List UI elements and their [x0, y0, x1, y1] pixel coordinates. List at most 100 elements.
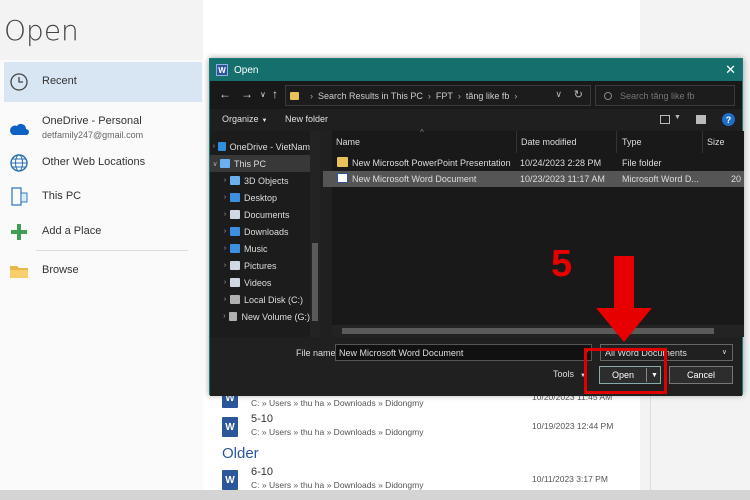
column-divider[interactable] — [616, 131, 617, 153]
organize-button[interactable]: Organize ▼ — [222, 114, 267, 124]
breadcrumb-item[interactable]: FPT — [436, 91, 453, 101]
folder-icon — [290, 91, 299, 100]
nav-item[interactable]: › Documents — [210, 206, 310, 223]
nav-item-label: OneDrive - VietNam — [229, 141, 310, 152]
chevron-right-icon: › — [427, 90, 431, 101]
place-label: Recent — [42, 75, 77, 88]
table-row[interactable]: New Microsoft PowerPoint Presentation 10… — [332, 155, 744, 171]
chevron-right-icon[interactable]: › — [220, 296, 230, 303]
place-this-pc[interactable]: This PC — [4, 180, 202, 214]
word-doc-icon: W — [222, 417, 238, 437]
nav-item-label: Videos — [244, 277, 272, 288]
onedrive-cloud-icon — [217, 142, 226, 151]
tools-button[interactable]: Tools ▼ — [553, 369, 586, 379]
3d-objects-icon — [230, 176, 240, 185]
folder-icon — [8, 260, 30, 282]
forward-button[interactable]: → — [241, 87, 253, 101]
word-doc-icon: W — [222, 470, 238, 490]
list-item[interactable]: W 5-10 C: » Users » thu ha » Downloads »… — [222, 413, 622, 443]
clock-icon — [8, 71, 30, 93]
word-app-icon: W — [216, 64, 228, 76]
dialog-titlebar[interactable]: W Open ✕ — [210, 59, 742, 81]
file-date: 10/24/2023 2:28 PM — [520, 158, 602, 168]
scroll-thumb[interactable] — [312, 243, 318, 321]
scroll-thumb[interactable] — [342, 328, 714, 334]
nav-item[interactable]: › Desktop — [210, 189, 310, 206]
refresh-icon[interactable]: ↻ — [574, 88, 583, 101]
nav-item[interactable]: › OneDrive - VietNam — [210, 138, 310, 155]
dialog-title: Open — [234, 64, 259, 76]
nav-scrollbar[interactable] — [310, 131, 320, 337]
recent-locations-dropdown[interactable]: ∨ — [260, 90, 266, 99]
preview-pane-icon[interactable] — [696, 115, 706, 124]
nav-item[interactable]: › 3D Objects — [210, 172, 310, 189]
computer-icon — [8, 186, 30, 208]
chevron-down-icon[interactable]: ∨ — [210, 160, 220, 168]
chevron-right-icon[interactable]: › — [220, 245, 230, 252]
file-name: New Microsoft Word Document — [352, 174, 477, 184]
step-number: 5 — [551, 243, 573, 285]
place-browse[interactable]: Browse — [4, 254, 202, 288]
column-header-date[interactable]: Date modified — [521, 137, 577, 147]
help-icon[interactable]: ? — [722, 113, 735, 126]
nav-item[interactable]: ∨ This PC — [210, 155, 310, 172]
nav-item[interactable]: › Downloads — [210, 223, 310, 240]
nav-item-label: This PC — [234, 158, 267, 169]
search-box[interactable] — [595, 85, 735, 106]
up-button[interactable]: ↑ — [272, 87, 278, 101]
cancel-button[interactable]: Cancel — [669, 366, 733, 384]
place-recent[interactable]: Recent — [4, 62, 202, 102]
chevron-right-icon[interactable]: › — [220, 211, 230, 218]
place-label: Add a Place — [42, 225, 102, 238]
new-folder-button[interactable]: New folder — [285, 114, 328, 124]
breadcrumb-item[interactable]: tăng like fb — [466, 91, 510, 101]
nav-item[interactable]: › Pictures — [210, 257, 310, 274]
nav-item[interactable]: › Music — [210, 240, 310, 257]
nav-item[interactable]: › Videos — [210, 274, 310, 291]
column-divider[interactable] — [702, 131, 703, 153]
chevron-down-icon[interactable]: ∨ — [555, 89, 562, 100]
view-options-icon[interactable] — [660, 115, 670, 124]
page-title: Open — [4, 14, 79, 47]
place-add[interactable]: Add a Place — [4, 215, 202, 249]
file-name: New Microsoft PowerPoint Presentation — [352, 158, 511, 168]
nav-item-label: 3D Objects — [244, 175, 289, 186]
navigation-pane: › OneDrive - VietNam ∨ This PC › 3D Objects › D… — [210, 131, 320, 337]
file-name-input[interactable] — [335, 344, 592, 361]
breadcrumb-item[interactable]: Search Results in This PC — [318, 91, 423, 101]
column-header-name[interactable]: Name — [336, 137, 360, 147]
place-label: Other Web Locations — [42, 156, 146, 169]
chevron-right-icon[interactable]: › — [220, 279, 230, 286]
address-bar[interactable]: › Search Results in This PC › FPT › tăng… — [285, 85, 591, 106]
nav-item-label: New Volume (G:) — [241, 311, 310, 322]
table-row[interactable]: New Microsoft Word Document 10/23/2023 1… — [323, 171, 744, 187]
highlight-box — [584, 348, 667, 394]
chevron-right-icon[interactable]: › — [220, 177, 230, 184]
column-header-type[interactable]: Type — [622, 137, 642, 147]
horizontal-scrollbar[interactable] — [332, 325, 744, 337]
pictures-icon — [230, 261, 240, 270]
chevron-right-icon[interactable]: › — [220, 313, 229, 320]
nav-item[interactable]: › Local Disk (C:) — [210, 291, 310, 308]
place-label: Browse — [42, 264, 79, 277]
chevron-right-icon: › — [457, 90, 461, 101]
videos-icon — [230, 278, 240, 287]
chevron-right-icon[interactable]: › — [210, 143, 218, 150]
search-input[interactable] — [620, 90, 730, 101]
chevron-down-icon: ∨ — [721, 349, 727, 356]
file-name-label: File name: — [296, 348, 339, 358]
place-other-web[interactable]: Other Web Locations — [4, 146, 202, 180]
back-button[interactable]: ← — [219, 87, 231, 101]
chevron-right-icon[interactable]: › — [220, 228, 230, 235]
chevron-down-icon[interactable]: ▼ — [674, 114, 681, 121]
nav-item[interactable]: › New Volume (G:) — [210, 308, 310, 325]
chevron-right-icon[interactable]: › — [220, 194, 230, 201]
word-doc-icon — [337, 173, 348, 183]
chevron-right-icon[interactable]: › — [220, 262, 230, 269]
column-header-size[interactable]: Size — [707, 137, 725, 147]
place-onedrive[interactable]: OneDrive - Personal detfamily247@gmail.c… — [4, 112, 202, 146]
globe-icon — [8, 152, 30, 174]
file-type: File folder — [622, 158, 662, 168]
close-icon[interactable]: ✕ — [725, 62, 736, 78]
column-divider[interactable] — [516, 131, 517, 153]
